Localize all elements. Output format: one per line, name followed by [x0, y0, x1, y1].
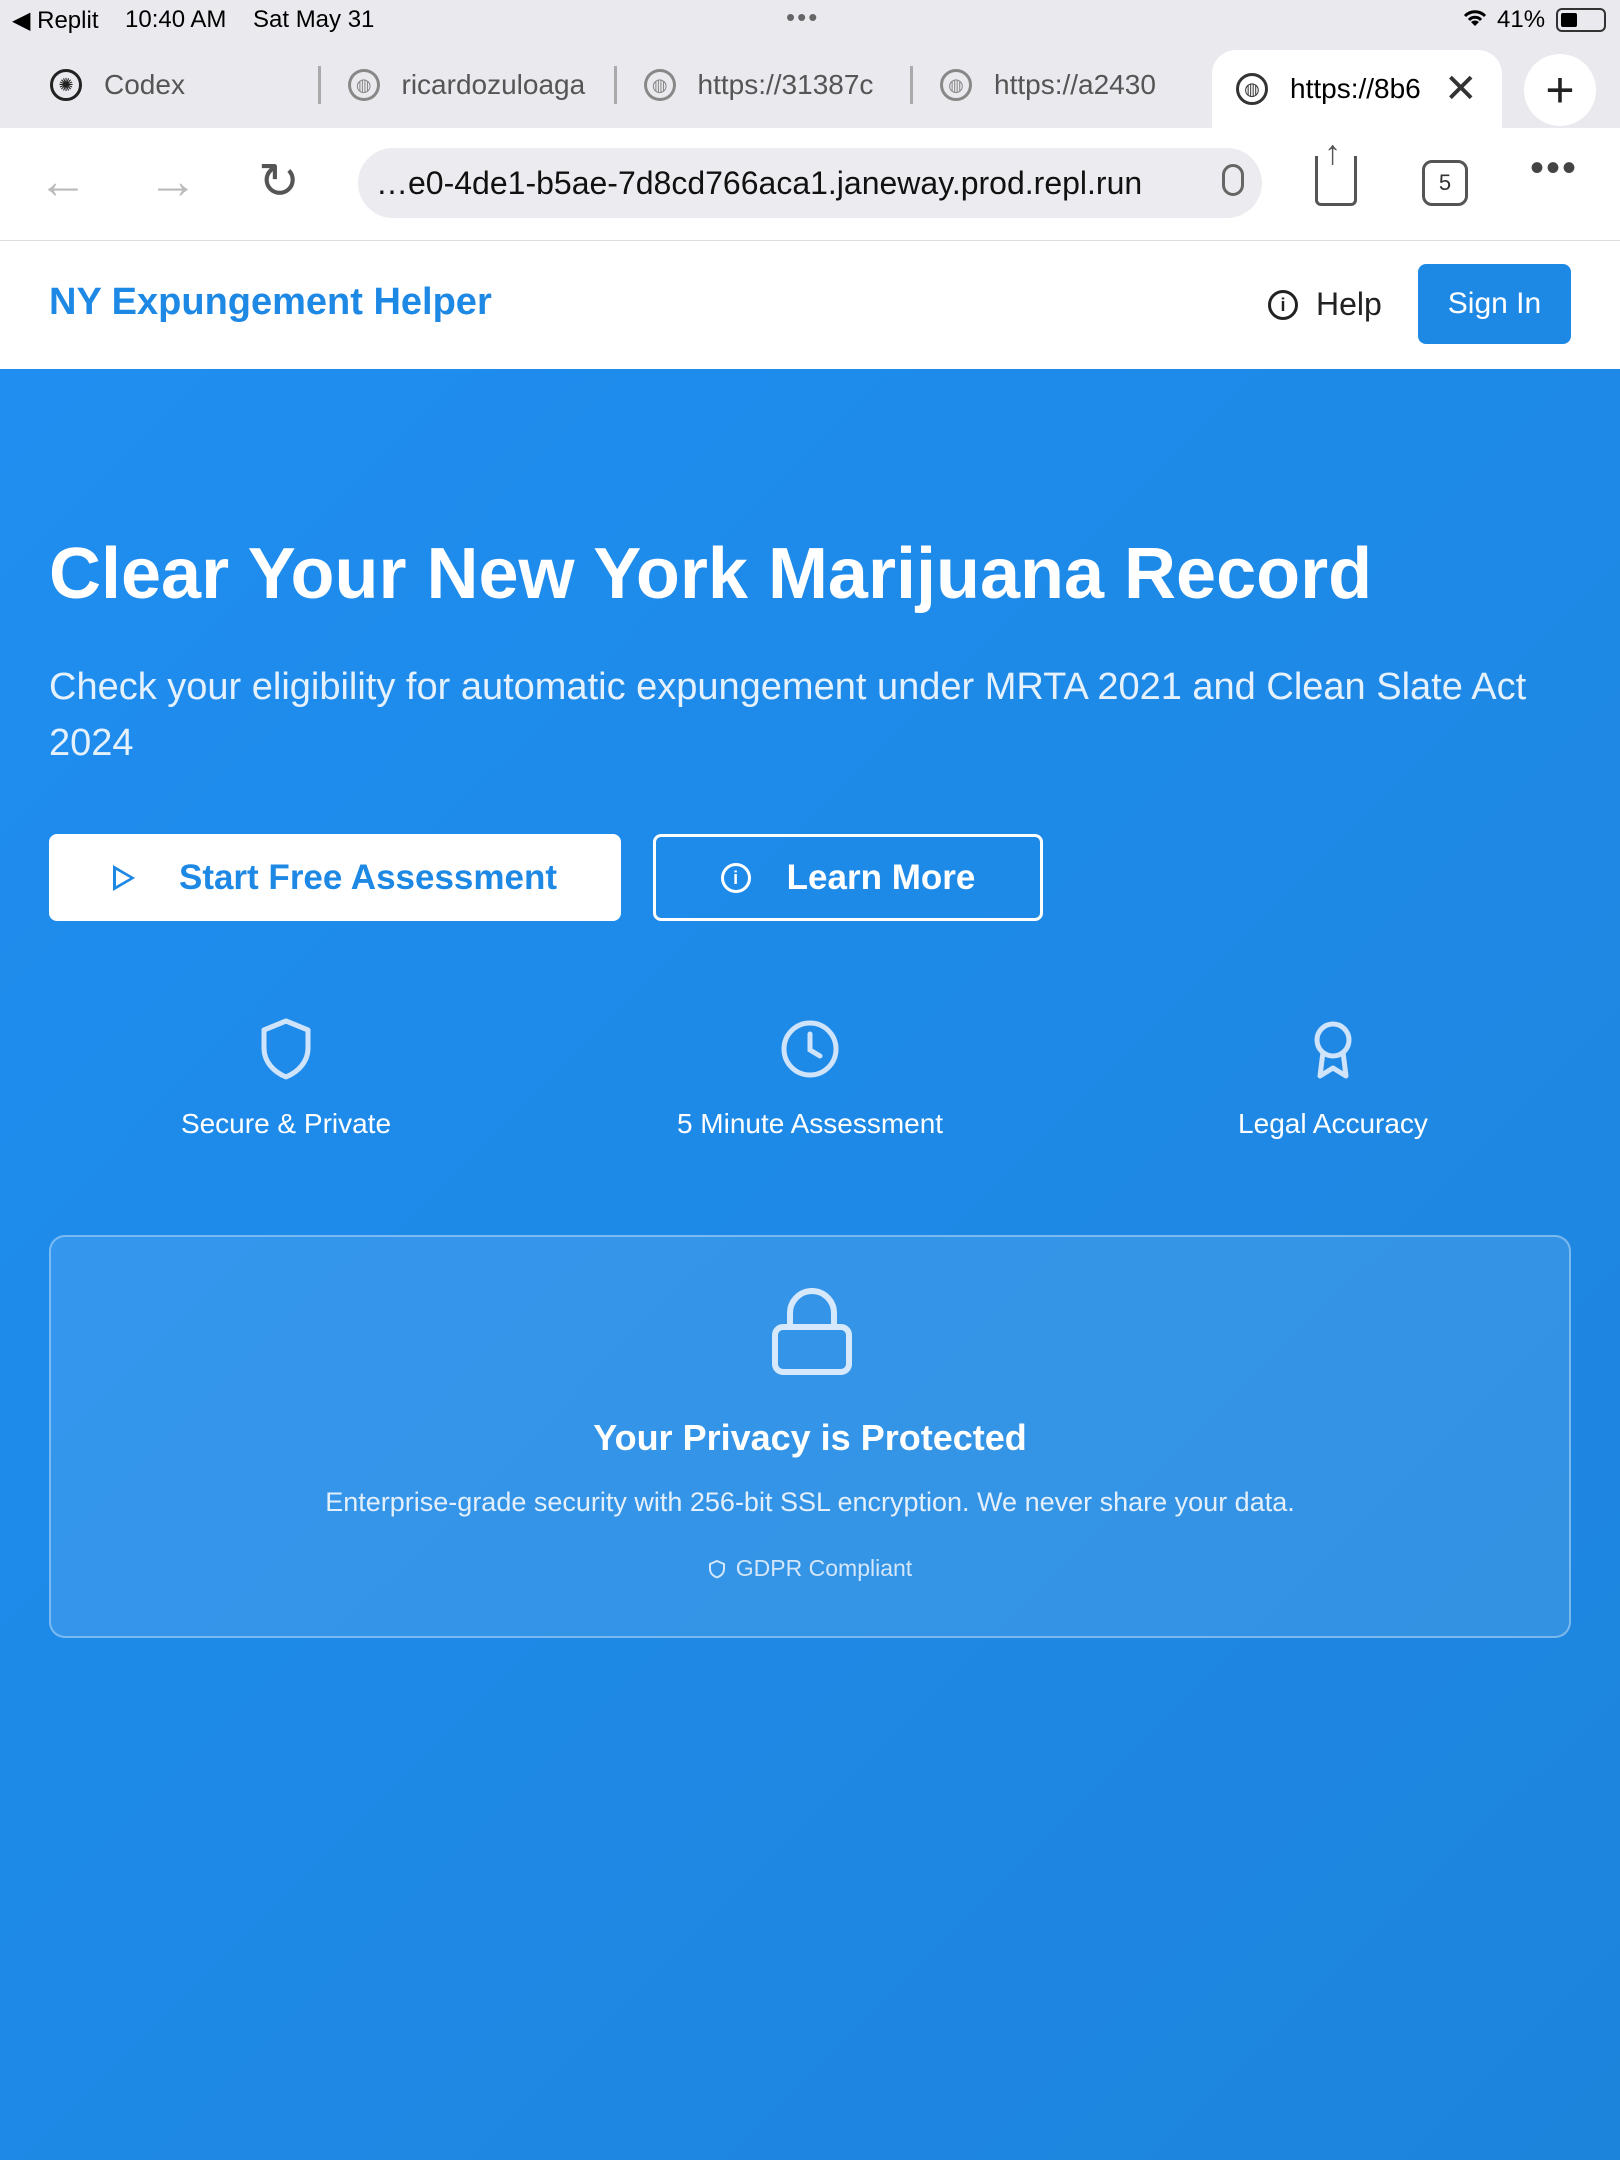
- wifi-icon: [1460, 6, 1490, 37]
- multitasking-dots-icon[interactable]: •••: [786, 2, 819, 33]
- start-assessment-label: Start Free Assessment: [178, 857, 558, 897]
- hero-subtitle: Check your eligibility for automatic exp…: [49, 666, 1527, 764]
- tab-count-button[interactable]: 5: [1422, 160, 1468, 206]
- gdpr-label: GDPR Compliant: [735, 1555, 913, 1581]
- tab-label: ricardozuloaga: [401, 69, 586, 100]
- tab-label: Codex: [104, 69, 185, 100]
- status-time: 10:40 AM: [125, 6, 227, 33]
- feature-label: 5 Minute Assessment: [676, 1108, 944, 1139]
- app-header: NY Expungement Helper i Help Sign In: [0, 241, 1620, 369]
- feature-secure: Secure & Private: [86, 1016, 486, 1140]
- learn-more-button[interactable]: i Learn More: [653, 834, 1043, 921]
- award-icon: [1314, 1021, 1352, 1079]
- lock-icon: [772, 1288, 852, 1375]
- close-tab-icon[interactable]: ✕: [1444, 69, 1478, 109]
- brand-logo-text[interactable]: NY Expungement Helper: [49, 281, 492, 324]
- tab-label: https://8b6: [1290, 73, 1421, 104]
- forward-arrow-icon[interactable]: →: [148, 156, 198, 206]
- new-tab-button[interactable]: +: [1524, 54, 1596, 126]
- privacy-card: Your Privacy is Protected Enterprise-gra…: [49, 1235, 1571, 1638]
- browser-tab[interactable]: ◍ https://a2430: [940, 50, 1180, 120]
- learn-more-label: Learn More: [786, 857, 976, 897]
- tab-divider: [614, 66, 617, 104]
- feature-accuracy: Legal Accuracy: [1133, 1016, 1533, 1140]
- globe-icon: ◍: [1236, 73, 1268, 105]
- start-assessment-button[interactable]: Start Free Assessment: [49, 834, 621, 921]
- shield-icon: [708, 1559, 725, 1579]
- ios-status-bar: ◀ Replit 10:40 AM Sat May 31 ••• 41%: [0, 0, 1620, 40]
- status-date: Sat May 31: [253, 6, 375, 33]
- tab-label: https://31387c: [697, 69, 874, 100]
- address-bar[interactable]: …e0-4de1-b5ae-7d8cd766aca1.janeway.prod.…: [358, 148, 1262, 218]
- share-icon[interactable]: [1315, 134, 1357, 206]
- clock-icon: [781, 1020, 839, 1078]
- hero-title: Clear Your New York Marijuana Record: [49, 534, 1373, 614]
- url-text: …e0-4de1-b5ae-7d8cd766aca1.janeway.prod.…: [376, 165, 1143, 201]
- browser-tab[interactable]: ◍ https://31387c: [644, 50, 884, 120]
- tab-label: https://a2430: [994, 69, 1156, 100]
- browser-tab-strip: ✺ Codex ◍ ricardozuloaga ◍ https://31387…: [0, 40, 1620, 128]
- battery-percentage: 41%: [1497, 6, 1546, 33]
- globe-icon: ◍: [940, 69, 972, 101]
- privacy-title: Your Privacy is Protected: [593, 1417, 1027, 1458]
- browser-tab-active[interactable]: ◍ https://8b6 ✕: [1212, 50, 1502, 128]
- help-link[interactable]: i Help: [1268, 286, 1382, 323]
- globe-icon: ◍: [348, 69, 380, 101]
- browser-toolbar: ← → ↻ …e0-4de1-b5ae-7d8cd766aca1.janeway…: [0, 128, 1620, 241]
- info-icon: i: [1268, 289, 1298, 320]
- battery-icon: [1556, 8, 1606, 32]
- shield-icon: [261, 1018, 311, 1080]
- back-to-app-link[interactable]: ◀ Replit: [12, 6, 98, 35]
- back-arrow-icon[interactable]: ←: [38, 156, 88, 206]
- hero-section: Clear Your New York Marijuana Record Che…: [0, 369, 1620, 2160]
- globe-icon: ◍: [644, 69, 676, 101]
- feature-label: Secure & Private: [180, 1108, 392, 1139]
- browser-tab[interactable]: ◍ ricardozuloaga: [348, 50, 588, 120]
- microphone-icon[interactable]: [1222, 164, 1244, 196]
- tab-divider: [318, 66, 321, 104]
- browser-tab[interactable]: ✺ Codex: [50, 50, 310, 120]
- gdpr-badge: GDPR Compliant: [51, 1555, 1569, 1582]
- feature-label: Legal Accuracy: [1238, 1108, 1428, 1139]
- sign-in-button[interactable]: Sign In: [1418, 264, 1571, 344]
- play-icon: [112, 864, 135, 891]
- tab-divider: [910, 66, 913, 104]
- more-menu-icon[interactable]: •••: [1530, 146, 1578, 191]
- reload-icon[interactable]: ↻: [258, 156, 300, 206]
- privacy-text: Enterprise-grade security with 256-bit S…: [325, 1487, 1295, 1517]
- info-icon: i: [720, 862, 751, 893]
- help-label: Help: [1316, 286, 1382, 322]
- openai-icon: ✺: [50, 69, 82, 101]
- feature-duration: 5 Minute Assessment: [610, 1016, 1010, 1140]
